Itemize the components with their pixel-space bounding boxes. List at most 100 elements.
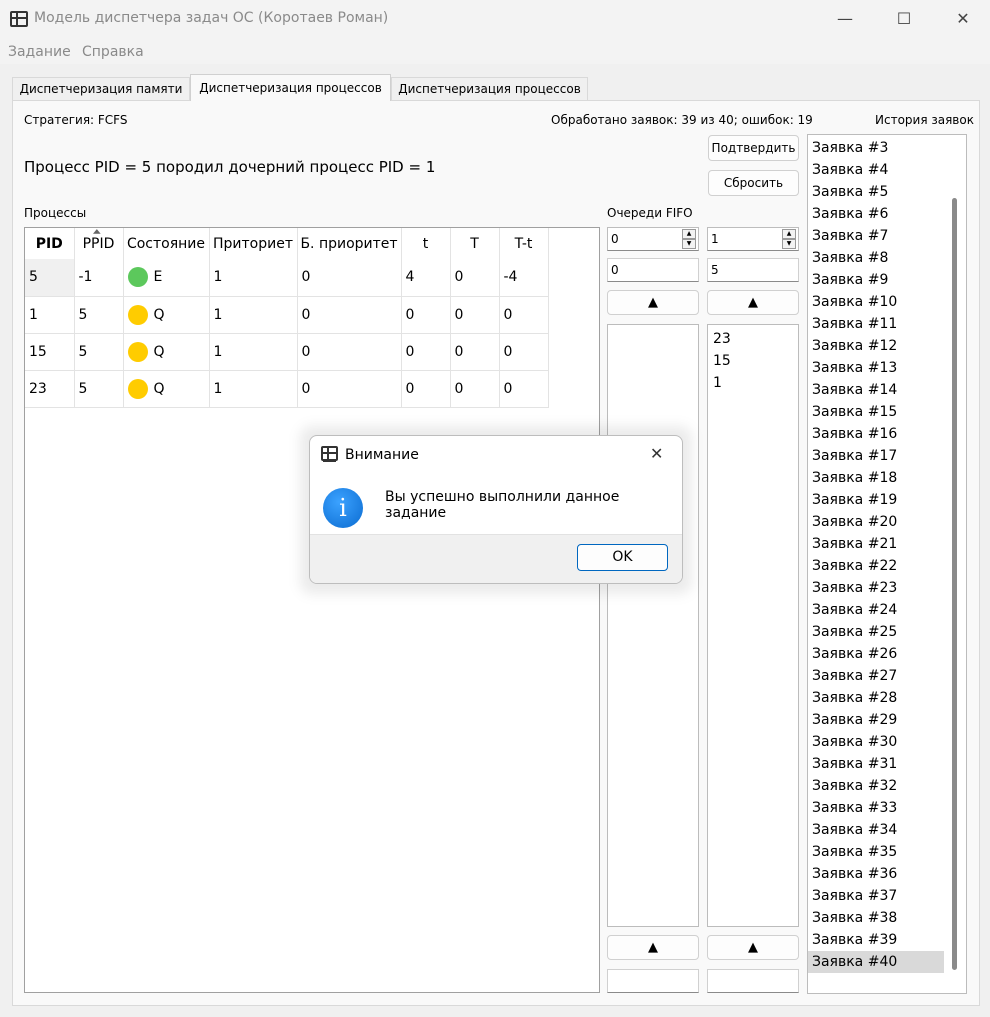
column-header-priority[interactable]: Приториет bbox=[209, 228, 298, 259]
history-item[interactable]: Заявка #40 bbox=[808, 951, 944, 973]
cell-t[interactable]: 4 bbox=[401, 259, 451, 297]
history-item[interactable]: Заявка #11 bbox=[808, 313, 944, 335]
table-row[interactable]: 23 5 Q 1 0 0 0 0 bbox=[25, 370, 549, 408]
tab-process-dispatch[interactable]: Диспетчеризация процессов bbox=[190, 74, 391, 101]
history-item[interactable]: Заявка #34 bbox=[808, 819, 944, 841]
queue-1-priority-spinbox[interactable]: 0 ▲ ▼ bbox=[607, 227, 699, 251]
history-item[interactable]: Заявка #27 bbox=[808, 665, 944, 687]
history-item[interactable]: Заявка #22 bbox=[808, 555, 944, 577]
history-item[interactable]: Заявка #6 bbox=[808, 203, 944, 225]
cell-T[interactable]: 0 bbox=[450, 333, 500, 371]
cell-pid[interactable]: 23 bbox=[25, 370, 75, 408]
menu-item-help[interactable]: Справка bbox=[82, 44, 144, 60]
cell-T-minus-t[interactable]: 0 bbox=[499, 370, 549, 408]
history-item[interactable]: Заявка #3 bbox=[808, 137, 944, 159]
history-item[interactable]: Заявка #19 bbox=[808, 489, 944, 511]
cell-T-minus-t[interactable]: -4 bbox=[499, 259, 549, 297]
cell-t[interactable]: 0 bbox=[401, 333, 451, 371]
confirm-button[interactable]: Подтвердить bbox=[708, 135, 799, 161]
queue-2-output[interactable] bbox=[707, 969, 799, 993]
queue-2-input[interactable]: 5 bbox=[707, 258, 799, 282]
history-item[interactable]: Заявка #21 bbox=[808, 533, 944, 555]
column-header-T-minus-t[interactable]: T-t bbox=[499, 228, 549, 259]
cell-pid[interactable]: 1 bbox=[25, 296, 75, 334]
history-item[interactable]: Заявка #20 bbox=[808, 511, 944, 533]
history-item[interactable]: Заявка #39 bbox=[808, 929, 944, 951]
cell-priority[interactable]: 1 bbox=[209, 259, 298, 297]
column-header-state[interactable]: Состояние bbox=[123, 228, 210, 259]
history-item[interactable]: Заявка #12 bbox=[808, 335, 944, 357]
cell-T[interactable]: 0 bbox=[450, 296, 500, 334]
history-item[interactable]: Заявка #31 bbox=[808, 753, 944, 775]
history-item[interactable]: Заявка #14 bbox=[808, 379, 944, 401]
queue-2-priority-spinbox[interactable]: 1 ▲ ▼ bbox=[707, 227, 799, 251]
ok-button[interactable]: OK bbox=[577, 544, 668, 571]
spin-up-icon[interactable]: ▲ bbox=[782, 229, 796, 239]
spin-up-icon[interactable]: ▲ bbox=[682, 229, 696, 239]
history-item[interactable]: Заявка #36 bbox=[808, 863, 944, 885]
history-item[interactable]: Заявка #26 bbox=[808, 643, 944, 665]
history-item[interactable]: Заявка #10 bbox=[808, 291, 944, 313]
column-header-base-priority[interactable]: Б. приоритет bbox=[297, 228, 402, 259]
close-button[interactable]: ✕ bbox=[943, 6, 983, 32]
table-row[interactable]: 15 5 Q 1 0 0 0 0 bbox=[25, 333, 549, 371]
column-header-pid[interactable]: PID bbox=[25, 228, 75, 259]
cell-pid[interactable]: 15 bbox=[25, 333, 75, 371]
history-item[interactable]: Заявка #7 bbox=[808, 225, 944, 247]
history-item[interactable]: Заявка #13 bbox=[808, 357, 944, 379]
history-item[interactable]: Заявка #33 bbox=[808, 797, 944, 819]
cell-ppid[interactable]: -1 bbox=[74, 259, 124, 297]
column-header-t[interactable]: t bbox=[401, 228, 451, 259]
cell-T-minus-t[interactable]: 0 bbox=[499, 296, 549, 334]
history-item[interactable]: Заявка #9 bbox=[808, 269, 944, 291]
minimize-button[interactable]: — bbox=[825, 6, 865, 32]
history-item[interactable]: Заявка #23 bbox=[808, 577, 944, 599]
history-item[interactable]: Заявка #28 bbox=[808, 687, 944, 709]
history-item[interactable]: Заявка #24 bbox=[808, 599, 944, 621]
cell-priority[interactable]: 1 bbox=[209, 333, 298, 371]
history-item[interactable]: Заявка #15 bbox=[808, 401, 944, 423]
cell-ppid[interactable]: 5 bbox=[74, 296, 124, 334]
queue-2-list[interactable]: 23 15 1 bbox=[707, 324, 799, 927]
cell-T[interactable]: 0 bbox=[450, 259, 500, 297]
history-item[interactable]: Заявка #32 bbox=[808, 775, 944, 797]
cell-priority[interactable]: 1 bbox=[209, 296, 298, 334]
cell-base-priority[interactable]: 0 bbox=[297, 259, 402, 297]
queue-1-push-button[interactable]: ▲ bbox=[607, 290, 699, 315]
history-item[interactable]: Заявка #18 bbox=[808, 467, 944, 489]
history-item[interactable]: Заявка #38 bbox=[808, 907, 944, 929]
queue-1-output[interactable] bbox=[607, 969, 699, 993]
cell-ppid[interactable]: 5 bbox=[74, 370, 124, 408]
reset-button[interactable]: Сбросить bbox=[708, 170, 799, 196]
cell-T-minus-t[interactable]: 0 bbox=[499, 333, 549, 371]
process-table[interactable]: PID PPID Состояние Приториет Б. приорите… bbox=[24, 227, 600, 993]
history-item[interactable]: Заявка #35 bbox=[808, 841, 944, 863]
history-item[interactable]: Заявка #30 bbox=[808, 731, 944, 753]
history-item[interactable]: Заявка #4 bbox=[808, 159, 944, 181]
cell-pid[interactable]: 5 bbox=[25, 259, 75, 297]
history-item[interactable]: Заявка #37 bbox=[808, 885, 944, 907]
history-item[interactable]: Заявка #29 bbox=[808, 709, 944, 731]
cell-ppid[interactable]: 5 bbox=[74, 333, 124, 371]
queue-1-list[interactable] bbox=[607, 324, 699, 927]
queue-1-input[interactable]: 0 bbox=[607, 258, 699, 282]
queue-2-pop-button[interactable]: ▲ bbox=[707, 935, 799, 960]
column-header-T[interactable]: T bbox=[450, 228, 500, 259]
spin-down-icon[interactable]: ▼ bbox=[782, 239, 796, 249]
history-item[interactable]: Заявка #17 bbox=[808, 445, 944, 467]
cell-state[interactable]: Q bbox=[123, 370, 210, 408]
cell-state[interactable]: Q bbox=[123, 333, 210, 371]
list-item[interactable]: 1 bbox=[708, 372, 798, 394]
list-item[interactable]: 15 bbox=[708, 350, 798, 372]
cell-t[interactable]: 0 bbox=[401, 296, 451, 334]
cell-base-priority[interactable]: 0 bbox=[297, 296, 402, 334]
menu-item-task[interactable]: Задание bbox=[8, 44, 71, 60]
history-list[interactable]: Заявка #3 Заявка #4 Заявка #5 Заявка #6 Заяв… bbox=[807, 134, 967, 994]
table-row[interactable]: 5 -1 E 1 0 4 0 -4 bbox=[25, 259, 549, 297]
dialog-close-button[interactable]: ✕ bbox=[650, 444, 663, 463]
cell-state[interactable]: E bbox=[123, 259, 210, 297]
history-item[interactable]: Заявка #16 bbox=[808, 423, 944, 445]
history-item[interactable]: Заявка #8 bbox=[808, 247, 944, 269]
tab-memory-dispatch[interactable]: Диспетчеризация памяти bbox=[12, 77, 190, 100]
history-item[interactable]: Заявка #5 bbox=[808, 181, 944, 203]
